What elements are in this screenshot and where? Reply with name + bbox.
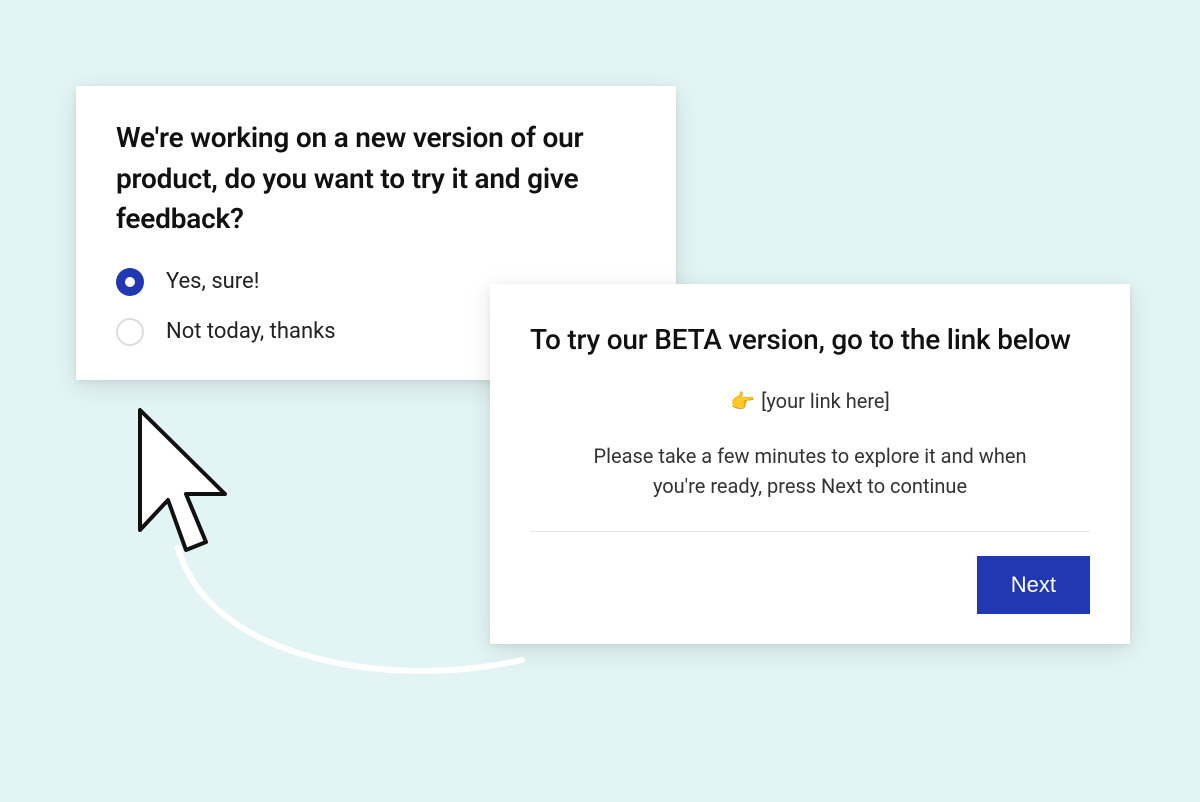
radio-unselected-icon bbox=[116, 318, 144, 346]
option-yes-label: Yes, sure! bbox=[166, 269, 259, 294]
divider bbox=[530, 531, 1090, 532]
beta-instruction-text: Please take a few minutes to explore it … bbox=[570, 441, 1050, 501]
beta-info-card: To try our BETA version, go to the link … bbox=[490, 284, 1130, 644]
beta-link-placeholder: [your link here] bbox=[761, 389, 890, 413]
connector-arrow-icon bbox=[170, 540, 530, 700]
beta-heading: To try our BETA version, go to the link … bbox=[530, 320, 1090, 359]
radio-selected-icon bbox=[116, 268, 144, 296]
beta-link-row: 👉[your link here] bbox=[530, 389, 1090, 413]
pointing-right-icon: 👉 bbox=[730, 389, 755, 413]
next-button[interactable]: Next bbox=[977, 556, 1090, 614]
survey-question-text: We're working on a new version of our pr… bbox=[116, 118, 636, 240]
option-no-label: Not today, thanks bbox=[166, 319, 336, 344]
card-footer: Next bbox=[530, 556, 1090, 614]
